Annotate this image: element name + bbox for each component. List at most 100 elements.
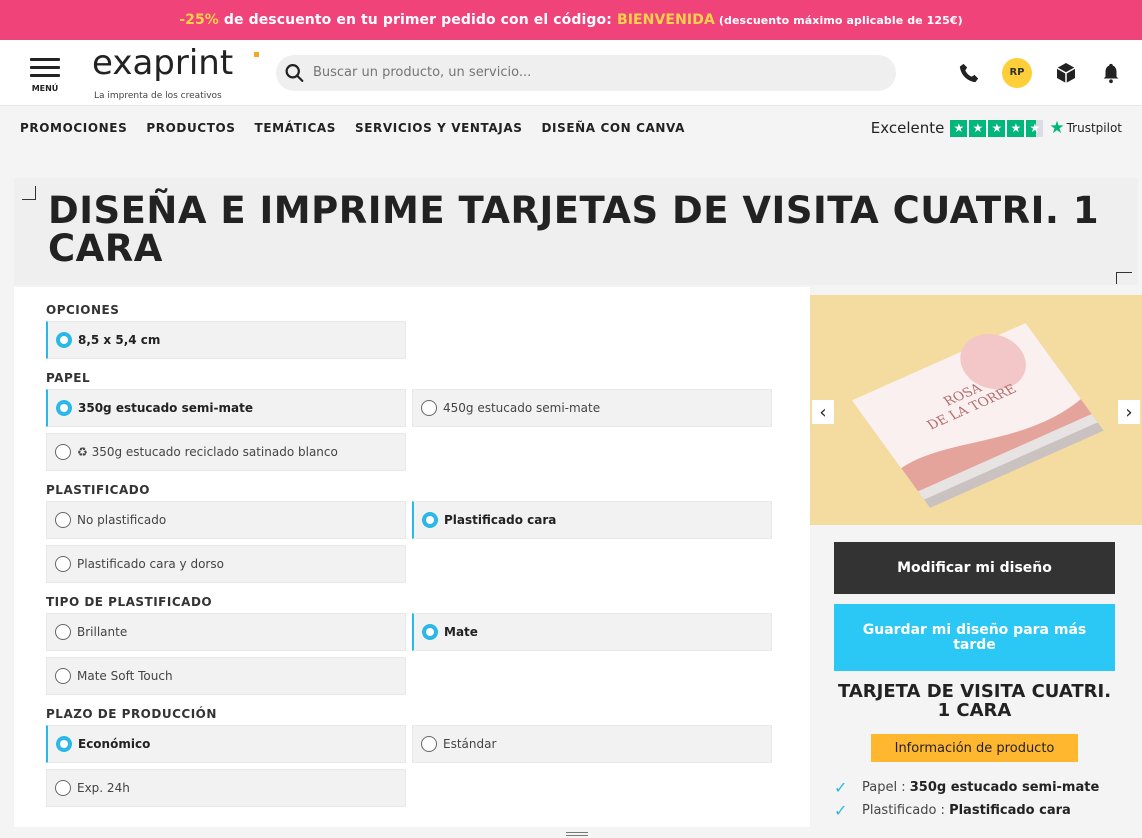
product-image: ROSA DE LA TORRE ‹ › — [810, 295, 1142, 525]
option-economic[interactable]: Económico — [46, 725, 406, 763]
option-soft-touch[interactable]: Mate Soft Touch — [46, 657, 406, 695]
option-no-lamination[interactable]: No plastificado — [46, 501, 406, 539]
option-paper-350[interactable]: 350g estucado semi-mate — [46, 389, 406, 427]
radio-selected-icon — [422, 624, 438, 640]
next-image-button[interactable]: › — [1118, 400, 1140, 424]
promo-code: BIENVENIDA — [616, 12, 715, 28]
logo-tagline: La imprenta de los creativos — [94, 91, 222, 101]
option-matte[interactable]: Mate — [412, 613, 772, 651]
trust-label: Excelente — [870, 119, 945, 137]
radio-selected-icon — [56, 736, 72, 752]
option-size[interactable]: 8,5 x 5,4 cm — [46, 321, 406, 359]
section-title: PAPEL — [46, 371, 91, 385]
corner-mark — [1116, 272, 1132, 284]
option-express[interactable]: Exp. 24h — [46, 769, 406, 807]
check-icon: ✓ — [834, 800, 848, 820]
summary-row: ✓ Papel : 350g estucado semi-mate — [834, 777, 1100, 797]
business-card-illustration: ROSA DE LA TORRE — [851, 323, 1104, 508]
promo-banner: -25% de descuento en tu primer pedido co… — [0, 0, 1142, 40]
site-header: MENÚ exaprint La imprenta de los creativ… — [0, 40, 1142, 106]
option-label: Estándar — [443, 737, 497, 751]
chevron-right-icon: › — [1125, 401, 1133, 423]
search-bar — [276, 54, 896, 91]
product-title: TARJETA DE VISITA CUATRI. 1 CARA — [837, 681, 1112, 721]
option-label: ♻ 350g estucado reciclado satinado blanc… — [77, 445, 338, 459]
modify-design-button[interactable]: Modificar mi diseño — [834, 542, 1115, 594]
package-icon[interactable] — [1054, 61, 1078, 85]
radio-icon — [55, 556, 71, 572]
nav-item-promociones[interactable]: PROMOCIONES — [20, 121, 127, 135]
promo-note: (descuento máximo aplicable de 125€) — [718, 13, 963, 27]
title-box: DISEÑA E IMPRIME TARJETAS DE VISITA CUAT… — [14, 178, 1138, 285]
section-plazo: PLAZO DE PRODUCCIÓN Económico Estándar E… — [46, 707, 778, 807]
option-standard[interactable]: Estándar — [412, 725, 772, 763]
page-title: DISEÑA E IMPRIME TARJETAS DE VISITA CUAT… — [48, 189, 1100, 270]
star-icon: ★ — [969, 119, 987, 137]
nav-item-productos[interactable]: PRODUCTOS — [146, 121, 235, 135]
option-label: Mate Soft Touch — [77, 669, 173, 683]
check-icon: ✓ — [834, 777, 848, 797]
option-label: 8,5 x 5,4 cm — [78, 333, 161, 347]
option-gloss[interactable]: Brillante — [46, 613, 406, 651]
option-label: No plastificado — [77, 513, 167, 527]
section-title: PLASTIFICADO — [46, 483, 150, 497]
prev-image-button[interactable]: ‹ — [812, 400, 834, 424]
site-logo[interactable]: exaprint La imprenta de los creativos — [92, 43, 264, 101]
hamburger-icon — [30, 53, 60, 82]
promo-text: de descuento en tu primer pedido con el … — [218, 12, 617, 28]
radio-selected-icon — [56, 400, 72, 416]
option-paper-450[interactable]: 450g estucado semi-mate — [412, 389, 772, 427]
option-label: Plastificado cara — [444, 513, 557, 527]
trustpilot-widget[interactable]: Excelente ★ ★ ★ ★ ★ ★ Trustpilot — [871, 118, 1122, 138]
option-paper-recycled[interactable]: ♻ 350g estucado reciclado satinado blanc… — [46, 433, 406, 471]
selection-summary: ✓ Papel : 350g estucado semi-mate ✓ Plas… — [834, 777, 1134, 826]
option-label: Mate — [444, 625, 478, 639]
product-info-button[interactable]: Información de producto — [871, 734, 1078, 762]
trustpilot-logo: ★ Trustpilot — [1049, 118, 1122, 138]
star-icon: ★ — [1007, 119, 1025, 137]
product-sidebar: ROSA DE LA TORRE ‹ › Modificar mi diseño… — [810, 295, 1142, 835]
summary-row: ✓ Plastificado : Plastificado cara — [834, 800, 1071, 820]
nav-item-tematicas[interactable]: TEMÁTICAS — [255, 121, 336, 135]
bell-icon[interactable] — [1100, 62, 1122, 84]
summary-key: Plastificado — [862, 803, 937, 818]
section-title: TIPO DE PLASTIFICADO — [46, 595, 213, 609]
menu-button[interactable]: MENÚ — [28, 53, 62, 93]
option-label: 350g estucado semi-mate — [78, 401, 253, 415]
search-icon[interactable] — [284, 62, 305, 84]
section-plastificado: PLASTIFICADO No plastificado Plastificad… — [46, 483, 778, 583]
summary-value: Plastificado cara — [949, 803, 1071, 818]
nav-item-canva[interactable]: DISEÑA CON CANVA — [541, 121, 685, 135]
radio-icon — [55, 512, 71, 528]
nav-item-servicios[interactable]: SERVICIOS Y VENTAJAS — [355, 121, 522, 135]
summary-value: 350g estucado semi-mate — [909, 780, 1100, 795]
summary-key: Papel — [862, 780, 898, 795]
star-icon: ★ — [950, 119, 968, 137]
save-design-button[interactable]: Guardar mi diseño para más tarde — [834, 604, 1115, 671]
option-lamination-both[interactable]: Plastificado cara y dorso — [46, 545, 406, 583]
section-opciones: OPCIONES 8,5 x 5,4 cm — [46, 303, 778, 359]
menu-label: MENÚ — [31, 83, 59, 93]
search-input[interactable] — [312, 65, 888, 80]
half-star-icon: ★ — [1026, 119, 1044, 137]
section-tipo-plastificado: TIPO DE PLASTIFICADO Brillante Mate Mate… — [46, 595, 778, 695]
avatar[interactable]: RP — [1002, 57, 1032, 88]
corner-mark — [22, 186, 36, 200]
section-title: PLAZO DE PRODUCCIÓN — [46, 707, 217, 721]
radio-selected-icon — [56, 332, 72, 348]
trustpilot-star-icon: ★ — [1049, 118, 1065, 138]
phone-icon[interactable] — [958, 62, 980, 84]
option-label: Económico — [78, 737, 151, 751]
option-lamination-front[interactable]: Plastificado cara — [412, 501, 772, 539]
star-icon: ★ — [988, 119, 1006, 137]
option-label: 450g estucado semi-mate — [443, 401, 601, 415]
option-label: Plastificado cara y dorso — [77, 557, 224, 571]
radio-icon — [421, 400, 437, 416]
main-nav: PROMOCIONES PRODUCTOS TEMÁTICAS SERVICIO… — [0, 106, 1142, 150]
options-panel: OPCIONES 8,5 x 5,4 cm PAPEL 350g estucad… — [14, 287, 810, 827]
resize-handle[interactable] — [566, 832, 588, 836]
radio-icon — [55, 668, 71, 684]
section-title: OPCIONES — [46, 303, 120, 317]
trustpilot-brand: Trustpilot — [1066, 121, 1122, 135]
radio-selected-icon — [422, 512, 438, 528]
